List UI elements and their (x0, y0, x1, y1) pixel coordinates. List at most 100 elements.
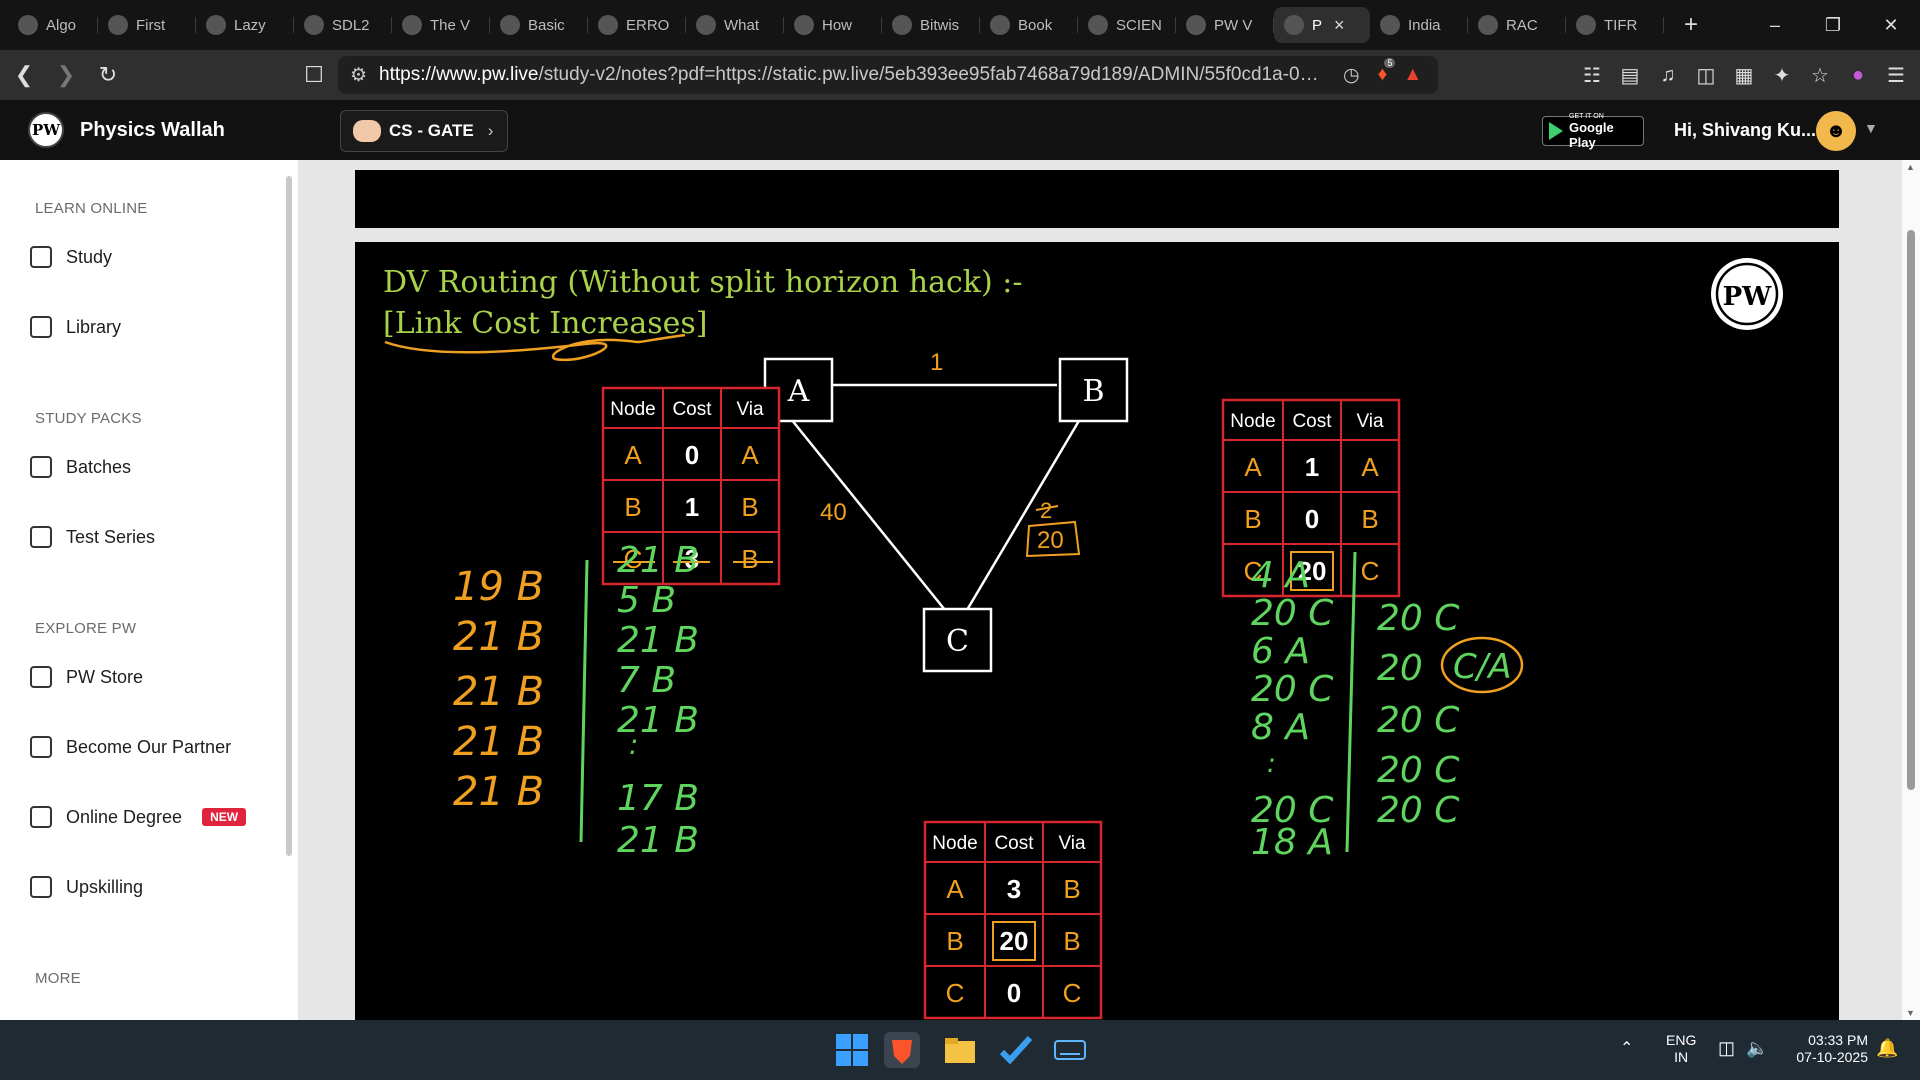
sidebar-section-title: STUDY PACKS (35, 410, 142, 427)
menu-icon[interactable]: ☰ (1882, 58, 1910, 92)
handwritten-note: 7 B (617, 660, 676, 701)
browser-tab[interactable]: Algo (8, 7, 98, 43)
browser-tab[interactable]: TIFR (1566, 7, 1664, 43)
pw-logo-icon[interactable]: PW (28, 112, 64, 148)
url-text: https://www.pw.live/study-v2/notes?pdf=h… (379, 64, 1330, 85)
course-avatar-icon (353, 120, 381, 142)
language-indicator[interactable]: ENG IN (1666, 1032, 1696, 1066)
browser-tab[interactable]: ERRO (588, 7, 686, 43)
brand-name[interactable]: Physics Wallah (80, 119, 225, 142)
url-field[interactable]: ⚙ https://www.pw.live/study-v2/notes?pdf… (338, 56, 1438, 94)
tab-favicon-icon (1088, 15, 1108, 35)
sidebar-section-title: EXPLORE PW (35, 620, 137, 637)
restore-icon[interactable]: ❐ (1804, 0, 1862, 50)
browser-tab[interactable]: The V (392, 7, 490, 43)
brave-browser-icon[interactable] (884, 1032, 920, 1068)
monitor-icon (30, 456, 52, 478)
shield-count-badge: 5 (1384, 58, 1396, 68)
chevron-down-icon[interactable]: ▼ (1864, 120, 1878, 136)
brave-shield-icon[interactable]: ♦ 5 (1378, 58, 1396, 86)
sidebar-item-test-series[interactable]: Test Series (30, 526, 155, 548)
sidebar-item-online-degree[interactable]: Online Degree NEW (30, 806, 247, 828)
table-header-cell: Via (1356, 411, 1384, 432)
volume-icon[interactable]: 🔈 (1746, 1038, 1768, 1059)
scroll-up-icon[interactable]: ▲ (1906, 162, 1915, 172)
clock[interactable]: 03:33 PM 07-10-2025 (1786, 1032, 1868, 1066)
user-greeting[interactable]: Hi, Shivang Ku... (1674, 120, 1816, 141)
cart-icon (30, 666, 52, 688)
network-icon[interactable]: ◫ (1718, 1038, 1735, 1059)
table-cell: 1 (685, 492, 699, 522)
file-explorer-icon[interactable] (942, 1032, 978, 1068)
back-icon[interactable]: ❮ (6, 57, 42, 93)
bookmark-icon[interactable]: ☐ (296, 57, 332, 93)
table-cell: A (1361, 452, 1379, 482)
site-settings-icon[interactable]: ⚙ (350, 64, 367, 87)
sidebar-toggle-icon[interactable]: ◫ (1692, 58, 1720, 92)
browser-tab[interactable]: P × (1274, 7, 1370, 43)
extensions-icon[interactable]: ☷ (1578, 58, 1606, 92)
browser-tab[interactable]: Basic (490, 7, 588, 43)
browser-tab[interactable]: SCIEN (1078, 7, 1176, 43)
notifications-icon[interactable]: 🔔 (1876, 1038, 1898, 1059)
sidebar-item-batches[interactable]: Batches (30, 456, 131, 478)
handwritten-note: 21 B (617, 620, 699, 661)
scroll-thumb[interactable] (1907, 230, 1915, 790)
handwritten-note: 8 A (1251, 707, 1310, 748)
lang-bottom: IN (1674, 1049, 1689, 1065)
sidebar-scrollbar[interactable] (286, 176, 292, 856)
browser-tab[interactable]: What (686, 7, 784, 43)
page-scrollbar[interactable]: ▲ ▼ (1902, 160, 1920, 1020)
course-selector[interactable]: CS - GATE › (340, 110, 509, 152)
svg-text:C: C (946, 624, 969, 659)
keyboard-icon[interactable] (1052, 1032, 1088, 1068)
media-icon[interactable]: ♫ (1654, 58, 1682, 92)
sidebar-item-label: Study (66, 246, 113, 267)
tray-overflow-icon[interactable]: ⌃ (1620, 1038, 1633, 1058)
vscode-icon[interactable] (998, 1032, 1034, 1068)
avatar[interactable]: ☻ (1816, 111, 1856, 151)
browser-tab[interactable]: Book (980, 7, 1078, 43)
browser-tab[interactable]: How (784, 7, 882, 43)
close-window-icon[interactable]: ✕ (1862, 0, 1920, 50)
table-cell: A (946, 874, 964, 904)
browser-tab[interactable]: Bitwis (882, 7, 980, 43)
reader-mode-icon[interactable]: ▤ (1616, 58, 1644, 92)
lecture-slide: DV Routing (Without split horizon hack) … (355, 242, 1839, 1032)
handwritten-note: 20 C (1377, 750, 1460, 791)
profile-icon[interactable]: ● (1844, 58, 1872, 92)
leo-ai-icon[interactable]: ✦ (1768, 58, 1796, 92)
google-play-button[interactable]: GET IT ON Google Play (1542, 113, 1644, 150)
browser-tab[interactable]: PW V (1176, 7, 1274, 43)
handwritten-note: 18 A (1251, 822, 1333, 863)
browser-tab[interactable]: SDL2 (294, 7, 392, 43)
wallet-icon[interactable]: ▦ (1730, 58, 1758, 92)
sidebar-item-become-our-partner[interactable]: Become Our Partner (30, 736, 231, 758)
sidebar-item-library[interactable]: Library (30, 316, 121, 338)
tab-favicon-icon (206, 15, 226, 35)
reload-icon[interactable]: ↻ (90, 57, 126, 93)
close-tab-icon[interactable]: × (1334, 15, 1345, 36)
notes-right-col1: 4 A20 C6 A20 C8 A:20 C18 A (1251, 555, 1334, 863)
sidebar-item-pw-store[interactable]: PW Store (30, 666, 143, 688)
sidebar-item-label: Online Degree (66, 806, 183, 827)
browser-tab[interactable]: First (98, 7, 196, 43)
sidebar-item-study[interactable]: Study (30, 246, 112, 268)
table-cell: 0 (685, 440, 699, 470)
browser-tab[interactable]: RAC (1468, 7, 1566, 43)
browser-tab[interactable]: Lazy (196, 7, 294, 43)
minimize-icon[interactable]: – (1746, 0, 1804, 50)
table-cell: A (1244, 452, 1262, 482)
table-header-cell: Cost (1292, 411, 1332, 432)
new-tab-icon[interactable]: + (1674, 11, 1708, 39)
start-menu-icon[interactable] (834, 1032, 870, 1068)
table-header-cell: Via (1058, 833, 1086, 854)
brave-rewards-icon[interactable]: ▲ (1403, 64, 1422, 86)
sidebar-item-upskilling[interactable]: Upskilling (30, 876, 143, 898)
history-icon[interactable]: ◷ (1343, 64, 1360, 87)
play-store-icon (1549, 122, 1563, 140)
scroll-down-icon[interactable]: ▼ (1906, 1008, 1915, 1018)
browser-tab[interactable]: India (1370, 7, 1468, 43)
vpn-icon[interactable]: ☆ (1806, 58, 1834, 92)
forward-icon[interactable]: ❯ (48, 57, 84, 93)
